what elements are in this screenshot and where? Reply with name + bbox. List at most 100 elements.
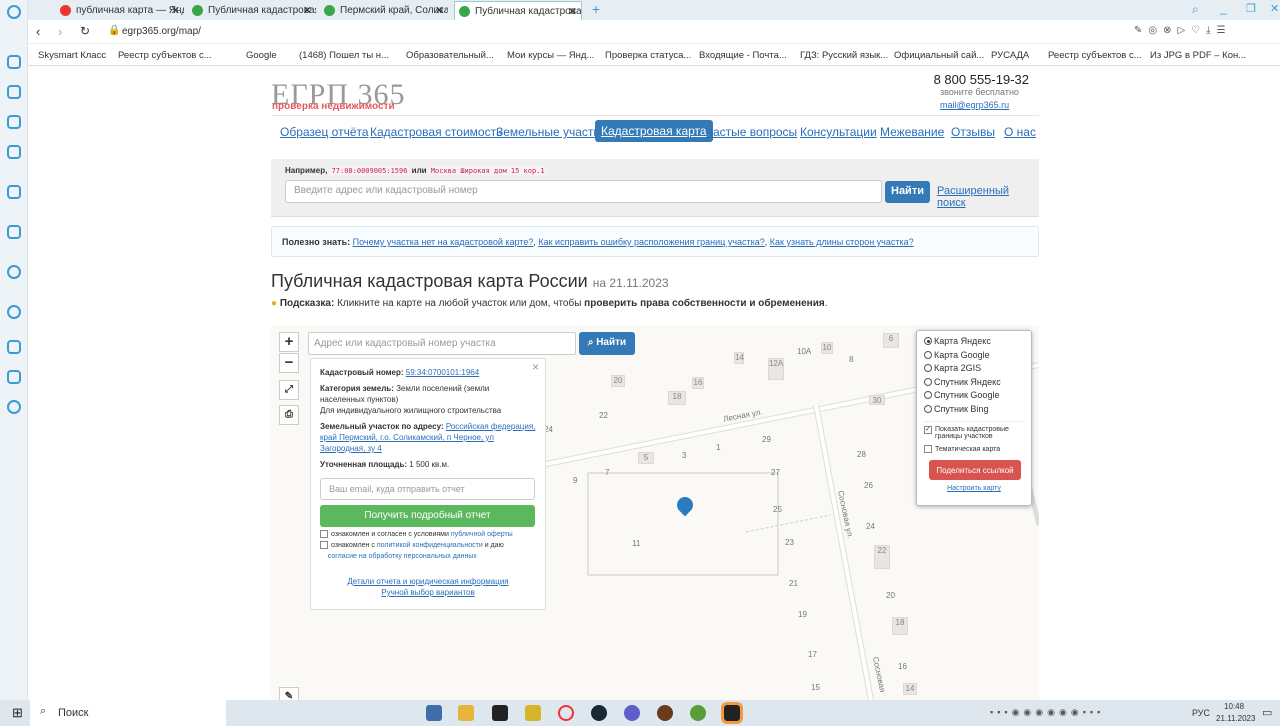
offer-checkbox[interactable] <box>320 530 328 539</box>
get-report-button[interactable]: Получить подробный отчет <box>320 505 535 527</box>
news-icon[interactable] <box>7 145 21 159</box>
nav-consultations[interactable]: Консультации <box>800 125 877 139</box>
bookmark[interactable]: Реестр субъектов с... <box>118 50 212 61</box>
nav-surveying[interactable]: Межевание <box>880 125 944 139</box>
zoom-in-button[interactable]: + <box>279 332 299 352</box>
layer-yandex-satellite[interactable]: Спутник Яндекс <box>924 377 1024 391</box>
bookmark[interactable]: Google <box>246 50 277 61</box>
print-icon[interactable]: ⎙ <box>279 405 299 425</box>
windows-start-icon[interactable]: ⊞ <box>12 705 23 721</box>
details-link[interactable]: Детали отчета и юридическая информация <box>320 576 536 587</box>
close-window-button[interactable]: ✕ <box>1270 2 1279 15</box>
epic-games-icon[interactable] <box>492 705 508 721</box>
close-icon[interactable]: ✕ <box>435 4 444 17</box>
layer-yandex-map[interactable]: Карта Яндекс <box>924 336 1024 350</box>
back-button[interactable]: ‹ <box>36 24 40 39</box>
app-icon[interactable] <box>721 702 743 724</box>
extensions-icon[interactable] <box>7 370 21 384</box>
browser-logo-icon[interactable] <box>7 5 21 19</box>
configure-map-link[interactable]: Настроить карту <box>924 485 1024 492</box>
store-icon[interactable] <box>7 85 21 99</box>
nav-reviews[interactable]: Отзывы <box>951 125 995 139</box>
fl-studio-icon[interactable] <box>657 705 673 721</box>
language-indicator[interactable]: РУС <box>1192 708 1210 718</box>
notifications-icon[interactable]: ▭ <box>1262 706 1272 719</box>
twitch-icon[interactable] <box>7 115 21 129</box>
cadastral-number-link[interactable]: 59:34:0700101:1964 <box>406 368 479 377</box>
close-icon[interactable]: × <box>532 361 539 373</box>
bookmark[interactable]: Проверка статуса... <box>605 50 691 61</box>
bookmark[interactable]: (1468) Пошел ты н... <box>299 50 389 61</box>
player-icon[interactable] <box>7 265 21 279</box>
privacy-link[interactable]: политикой конфиденциальности <box>377 542 483 549</box>
app-icon[interactable] <box>525 705 541 721</box>
advanced-search-link[interactable]: Расширенный поиск <box>937 185 1039 209</box>
privacy-checkbox[interactable] <box>320 541 328 550</box>
share-link-button[interactable]: Поделиться ссылкой <box>929 460 1021 480</box>
settings-icon[interactable] <box>7 400 21 414</box>
toolbar-icons[interactable]: ✎◎⊗▷♡⤓☰ <box>1134 25 1232 36</box>
close-icon[interactable]: ✕ <box>568 5 577 18</box>
app-icon[interactable] <box>624 705 640 721</box>
tab-yandex[interactable]: публичная карта — Яндекс✕ <box>56 1 184 20</box>
vk-icon[interactable] <box>7 185 21 199</box>
steam-icon[interactable] <box>591 705 607 721</box>
useful-link[interactable]: Почему участка нет на кадастровой карте? <box>353 237 534 247</box>
show-borders-checkbox[interactable]: ✓ Показать кадастровые границы участков <box>924 421 1024 440</box>
bookmark[interactable]: Образовательный... <box>406 50 494 61</box>
opera-icon[interactable] <box>558 705 574 721</box>
bookmark[interactable]: РУСАДА <box>991 50 1029 61</box>
consent-link[interactable]: согласие на обработку персональных данны… <box>328 553 477 560</box>
new-tab-button[interactable]: + <box>592 1 600 17</box>
layer-google-map[interactable]: Карта Google <box>924 350 1024 364</box>
forward-button[interactable]: › <box>58 24 62 39</box>
map-search-button[interactable]: ⌕ Найти <box>579 332 635 355</box>
layer-bing-satellite[interactable]: Спутник Bing <box>924 404 1024 418</box>
bookmark[interactable]: Входящие - Почта... <box>699 50 787 61</box>
search-button[interactable]: Найти <box>885 181 930 203</box>
email-input[interactable]: Ваш email, куда отправить отчет <box>320 478 535 500</box>
bookmark[interactable]: Реестр субъектов с... <box>1048 50 1142 61</box>
fullscreen-icon[interactable]: ⤢ <box>279 380 299 400</box>
minimize-button[interactable]: _ <box>1220 1 1227 15</box>
clock-date[interactable]: 21.11.2023 <box>1216 714 1255 723</box>
clock-time[interactable]: 10:48 <box>1224 702 1244 711</box>
utorrent-icon[interactable] <box>690 705 706 721</box>
downloads-icon[interactable] <box>7 340 21 354</box>
useful-link[interactable]: Как узнать длины сторон участка? <box>770 237 914 247</box>
nav-cadastral-map[interactable]: Кадастровая карта <box>595 120 713 142</box>
tab-cadastral-1[interactable]: Публичная кадастровая к ✕ <box>188 1 316 20</box>
nav-about[interactable]: О нас <box>1004 125 1036 139</box>
restore-button[interactable]: ❐ <box>1246 2 1256 15</box>
nav-sample-report[interactable]: Образец отчёта <box>280 125 369 139</box>
speed-dial-icon[interactable] <box>7 55 21 69</box>
bookmark[interactable]: ГДЗ: Русский язык... <box>800 50 888 61</box>
taskbar-search[interactable]: ⌕ Поиск <box>30 700 226 726</box>
nav-cadastral-value[interactable]: Кадастровая стоимость <box>370 125 502 139</box>
thematic-checkbox[interactable]: Тематическая карта <box>924 445 1024 453</box>
close-icon[interactable]: ✕ <box>303 4 312 17</box>
search-input[interactable]: Введите адрес или кадастровый номер <box>285 180 882 203</box>
bookmark[interactable]: Официальный сай... <box>894 50 984 61</box>
email-link[interactable]: mail@egrp365.ru <box>940 100 1009 110</box>
nav-faq[interactable]: Частые вопросы <box>705 125 797 139</box>
calculator-icon[interactable] <box>426 705 442 721</box>
system-tray-icons[interactable]: ▪▪▪◉◉◉◉◉◉▪▪▪ <box>990 707 1104 718</box>
tab-cadastral-active[interactable]: Публичная кадастровая к✕ <box>454 1 582 20</box>
search-icon[interactable]: ⌕ <box>1192 2 1199 17</box>
manual-select-link[interactable]: Ручной выбор вариантов <box>320 587 536 598</box>
reload-button[interactable]: ↻ <box>80 24 90 38</box>
nav-land-plots[interactable]: Земельные участки <box>496 125 605 139</box>
history-icon[interactable] <box>7 305 21 319</box>
layer-google-satellite[interactable]: Спутник Google <box>924 390 1024 404</box>
bookmark[interactable]: Skysmart Класс <box>38 50 106 61</box>
draw-icon[interactable]: ✎ <box>279 687 299 700</box>
tab-perm[interactable]: Пермский край, Соликамс✕ <box>320 1 448 20</box>
explorer-icon[interactable] <box>458 705 474 721</box>
useful-link[interactable]: Как исправить ошибку расположения границ… <box>538 237 764 247</box>
discord-icon[interactable] <box>7 225 21 239</box>
map-search-input[interactable]: Адрес или кадастровый номер участка <box>308 332 576 355</box>
bookmark[interactable]: Из JPG в PDF – Кон... <box>1150 50 1246 61</box>
offer-link[interactable]: публичной оферты <box>451 531 513 538</box>
url-input[interactable]: egrp365.org/map/ <box>122 26 201 37</box>
